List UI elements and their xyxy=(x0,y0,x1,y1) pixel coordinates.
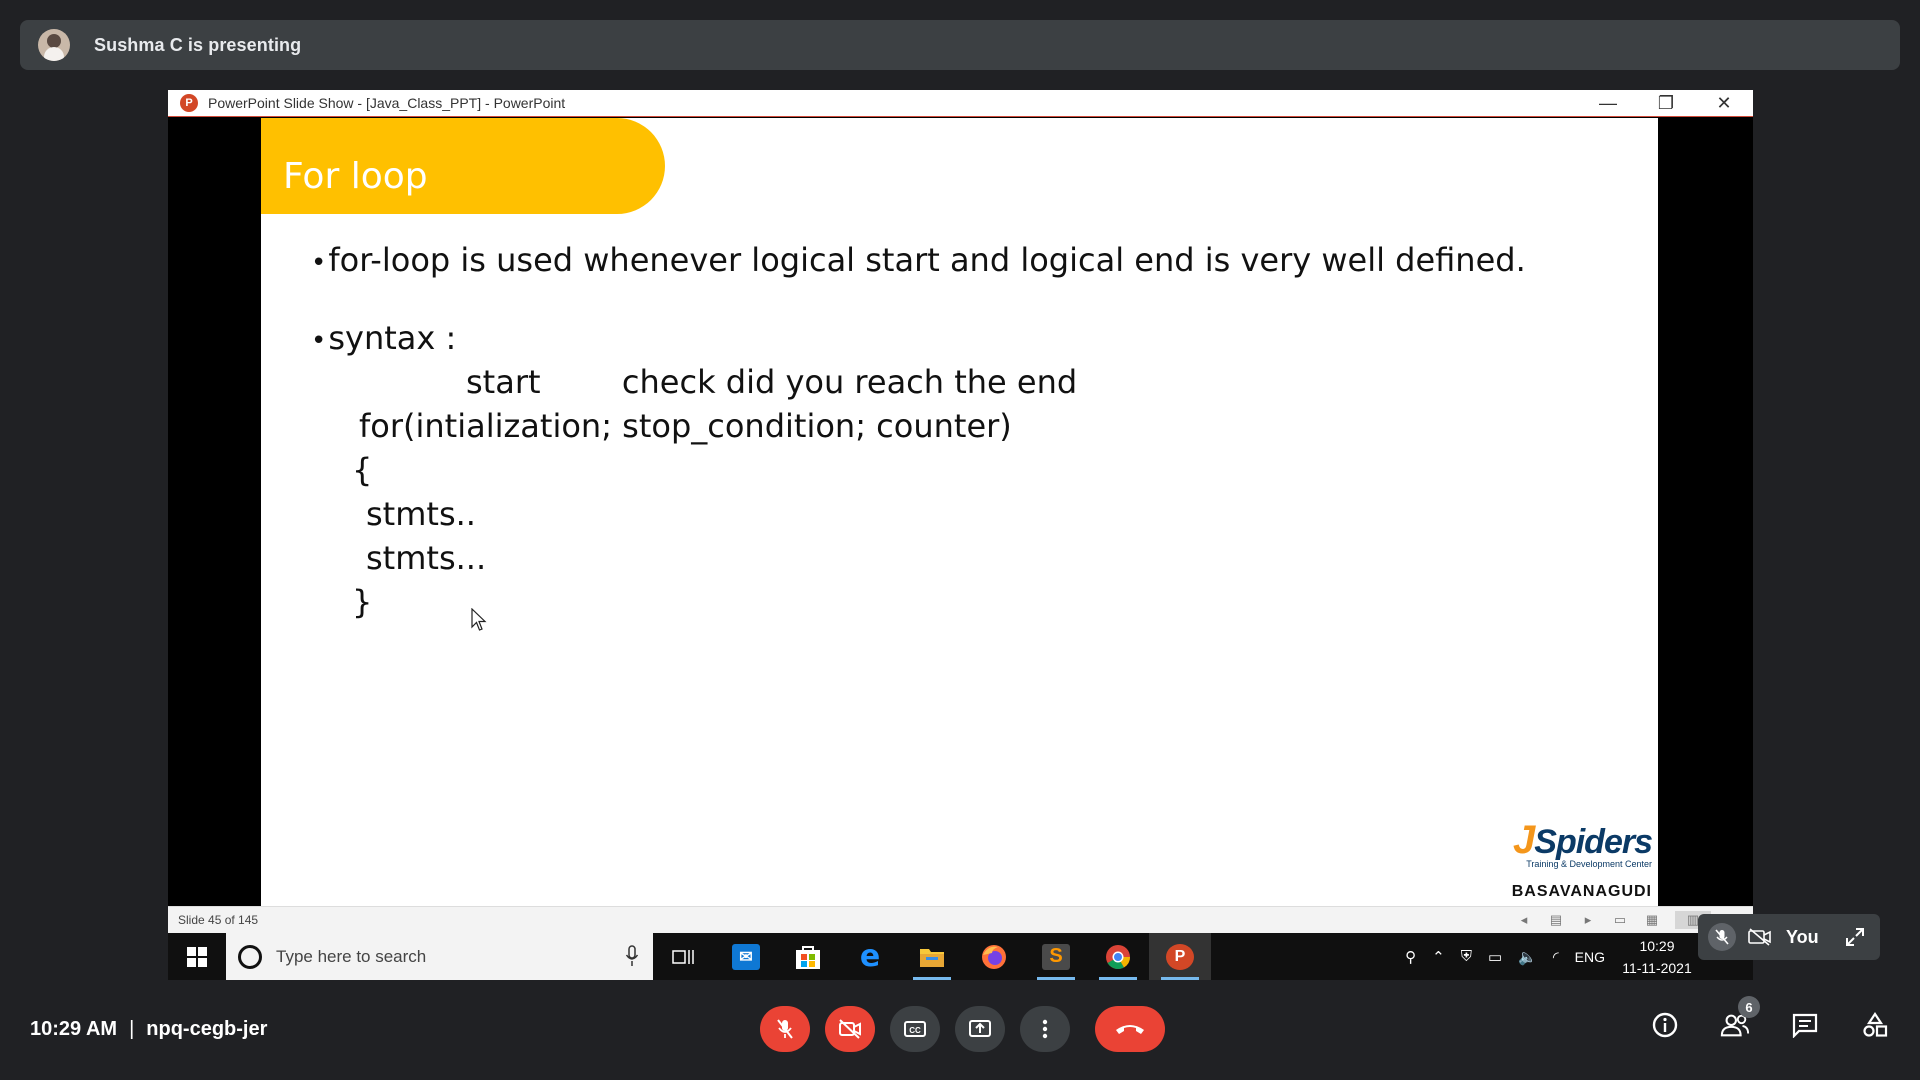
presenter-banner: Sushma C is presenting xyxy=(20,20,1900,70)
chrome-app-icon[interactable] xyxy=(1087,933,1149,980)
meeting-info: 10:29 AM | npq-cegb-jer xyxy=(30,1018,267,1041)
microphone-icon[interactable] xyxy=(625,945,639,967)
logo-tagline: Training & Development Center xyxy=(1526,859,1652,869)
bullet-dot: • xyxy=(311,326,327,356)
meeting-time: 10:29 AM xyxy=(30,1018,118,1040)
clock-time: 10:29 xyxy=(1639,937,1675,954)
self-view-tile[interactable]: You xyxy=(1698,914,1880,960)
bullet-text: for-loop is used whenever logical start … xyxy=(328,241,1526,279)
code-line: for(intialization; stop_condition; count… xyxy=(359,407,1012,445)
presenter-avatar xyxy=(38,29,70,61)
camera-off-icon xyxy=(839,1019,861,1039)
slide-title-box: For loop xyxy=(261,118,665,214)
close-button[interactable]: ✕ xyxy=(1695,90,1753,117)
meeting-details-button[interactable] xyxy=(1650,1010,1680,1040)
code-line: stmts... xyxy=(366,539,487,577)
language-indicator[interactable]: ENG xyxy=(1575,949,1605,965)
slide-indicator: Slide 45 of 145 xyxy=(178,913,259,927)
clock-date: 11-11-2021 xyxy=(1622,959,1692,976)
mic-off-icon xyxy=(777,1019,793,1039)
window-controls: — ❐ ✕ xyxy=(1579,90,1753,117)
normal-view-icon[interactable]: ▭ xyxy=(1611,911,1629,929)
cortana-icon xyxy=(238,944,262,969)
captions-button[interactable]: CC xyxy=(890,1006,940,1052)
mouse-cursor-icon xyxy=(471,608,487,631)
hang-up-icon xyxy=(1116,1025,1144,1034)
leave-call-button[interactable] xyxy=(1095,1006,1165,1052)
shared-screen: P PowerPoint Slide Show - [Java_Class_PP… xyxy=(168,90,1753,980)
more-vert-icon xyxy=(1042,1019,1048,1039)
bullet-dot: • xyxy=(311,248,327,278)
bullet-item: •syntax : xyxy=(311,319,456,357)
more-options-button[interactable] xyxy=(1020,1006,1070,1052)
activities-icon xyxy=(1863,1012,1888,1037)
present-now-button[interactable] xyxy=(955,1006,1005,1052)
taskbar-search[interactable]: Type here to search xyxy=(226,933,653,980)
expand-icon[interactable] xyxy=(1843,925,1867,949)
file-explorer-icon[interactable] xyxy=(901,933,963,980)
activities-button[interactable] xyxy=(1860,1010,1890,1040)
slide: For loop •for-loop is used whenever logi… xyxy=(261,118,1658,906)
taskbar-clock[interactable]: 10:29 11-11-2021 xyxy=(1617,935,1697,979)
previous-slide-icon[interactable]: ◂ xyxy=(1515,911,1533,929)
minimize-button[interactable]: — xyxy=(1579,90,1637,117)
restore-button[interactable]: ❐ xyxy=(1637,90,1695,117)
code-line: stmts.. xyxy=(366,495,476,533)
camera-off-icon xyxy=(1746,923,1774,951)
mail-app-icon[interactable]: ✉ xyxy=(715,933,777,980)
wifi-icon[interactable]: ◜ xyxy=(1553,948,1559,966)
store-app-icon[interactable] xyxy=(777,933,839,980)
jspiders-logo: JSpiders Training & Development Center B… xyxy=(1504,818,1653,900)
slide-title: For loop xyxy=(283,156,428,197)
meeting-side-controls: 6 xyxy=(1650,996,1890,1040)
code-line: } xyxy=(352,583,373,621)
sublime-text-icon[interactable]: S xyxy=(1025,933,1087,980)
camera-toggle-button[interactable] xyxy=(825,1006,875,1052)
participants-button[interactable]: 6 xyxy=(1720,996,1760,1040)
svg-text:CC: CC xyxy=(909,1026,921,1035)
firefox-app-icon[interactable] xyxy=(963,933,1025,980)
window-title: PowerPoint Slide Show - [Java_Class_PPT]… xyxy=(208,95,566,111)
task-view-icon[interactable] xyxy=(653,933,715,980)
battery-icon[interactable]: ▭ xyxy=(1488,948,1502,966)
microphone-toggle-button[interactable] xyxy=(760,1006,810,1052)
edge-app-icon[interactable]: e xyxy=(839,933,901,980)
captions-icon: CC xyxy=(904,1021,926,1037)
self-view-label: You xyxy=(1786,926,1819,947)
windows-icon xyxy=(187,946,207,967)
code-line: start check did you reach the end xyxy=(466,363,1078,401)
slide-sorter-icon[interactable]: ▦ xyxy=(1643,911,1661,929)
chat-icon xyxy=(1792,1013,1818,1038)
participants-count: 6 xyxy=(1738,996,1760,1018)
people-tray-icon[interactable]: ⚲ xyxy=(1405,948,1416,966)
bullet-text: syntax : xyxy=(328,319,457,357)
windows-taskbar: Type here to search ✉ e S P ⚲ ⌃ ⛨ ▭ 🔈 ◜ … xyxy=(168,933,1753,980)
info-icon xyxy=(1652,1012,1678,1038)
logo-branch: BASAVANAGUDI xyxy=(1511,883,1652,900)
notes-icon[interactable]: ▤ xyxy=(1547,911,1565,929)
defender-icon[interactable]: ⛨ xyxy=(1461,948,1472,965)
bullet-item: •for-loop is used whenever logical start… xyxy=(311,241,1526,279)
logo-wordmark: JSpiders xyxy=(1513,818,1653,862)
chevron-up-icon[interactable]: ⌃ xyxy=(1432,948,1445,966)
powerpoint-taskbar-icon[interactable]: P xyxy=(1149,933,1211,980)
meeting-code: npq-cegb-jer xyxy=(146,1018,268,1040)
meeting-separator: | xyxy=(129,1018,135,1040)
code-line: { xyxy=(352,451,373,489)
presenter-text: Sushma C is presenting xyxy=(94,34,302,55)
mic-off-icon xyxy=(1708,923,1736,951)
call-controls: CC xyxy=(760,1006,1180,1052)
slideshow-statusbar: Slide 45 of 145 ◂ ▤ ▸ ▭ ▦ ▥ ▭ xyxy=(168,906,1753,933)
start-button[interactable] xyxy=(168,933,226,980)
volume-icon[interactable]: 🔈 xyxy=(1518,948,1537,966)
search-placeholder: Type here to search xyxy=(276,946,427,966)
next-slide-icon[interactable]: ▸ xyxy=(1579,911,1597,929)
ppt-titlebar: P PowerPoint Slide Show - [Java_Class_PP… xyxy=(168,90,1753,117)
chat-button[interactable] xyxy=(1790,1010,1820,1040)
present-screen-icon xyxy=(969,1020,991,1037)
powerpoint-icon: P xyxy=(180,94,198,112)
